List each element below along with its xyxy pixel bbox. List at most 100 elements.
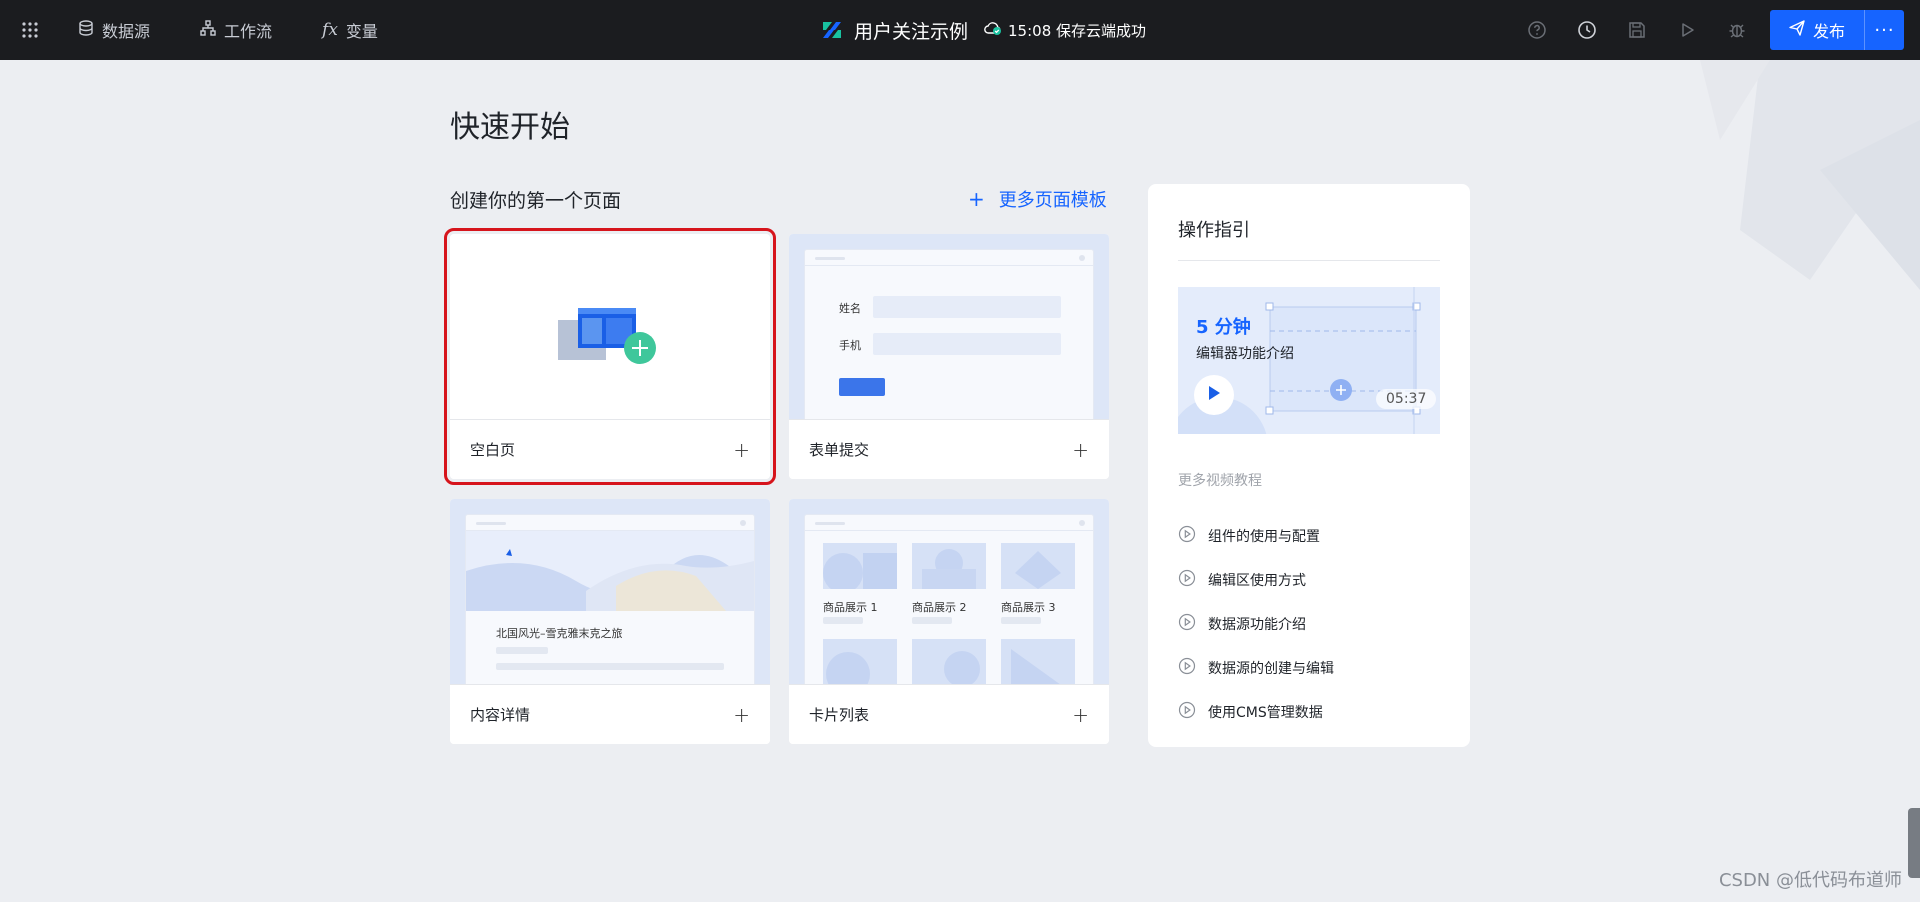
product-image [1001, 639, 1075, 685]
card-label: 卡片列表 [809, 706, 870, 724]
template-card-form[interactable]: 姓名 手机 表单提交 + [789, 234, 1109, 479]
cloud-check-icon [984, 20, 1002, 40]
nav-workflow[interactable]: 工作流 [200, 0, 272, 60]
plus-icon: + [968, 187, 985, 211]
nav-label: 变量 [345, 22, 378, 41]
video-thumbnail[interactable]: 5 分钟 编辑器功能介绍 05:37 [1178, 287, 1440, 434]
debug-icon[interactable] [1712, 0, 1762, 60]
video-subtitle: 编辑器功能介绍 [1196, 346, 1294, 362]
tutorial-label: 编辑区使用方式 [1208, 573, 1306, 589]
guide-panel: 操作指引 5 分钟 编辑器功能介绍 05:37 更多视频教程 组件的使用与配置 [1148, 184, 1470, 747]
card-preview [450, 234, 770, 419]
template-card-blank[interactable]: 空白页 + [444, 228, 776, 485]
preview-icon[interactable] [1662, 0, 1712, 60]
card-label: 空白页 [470, 441, 516, 459]
product-line [823, 617, 863, 624]
blank-page-illustration [558, 308, 656, 364]
play-circle-icon [1178, 701, 1196, 723]
tutorial-list: 组件的使用与配置 编辑区使用方式 数据源功能介绍 数据源的创建与编辑 使用CMS… [1178, 514, 1334, 734]
tutorial-label: 使用CMS管理数据 [1208, 705, 1323, 721]
window-bar [805, 250, 1093, 266]
page-title: 快速开始 [450, 110, 570, 145]
nav-label: 数据源 [102, 22, 151, 41]
card-footer: 内容详情 + [450, 684, 770, 744]
scrollbar-thumb[interactable] [1908, 808, 1920, 878]
section-title: 创建你的第一个页面 [450, 190, 622, 212]
form-submit-button-preview [839, 378, 885, 396]
product-image [823, 543, 897, 589]
product-image [1001, 543, 1075, 589]
save-icon[interactable] [1612, 0, 1662, 60]
publish-button[interactable]: 发布 [1770, 10, 1864, 50]
more-options-button[interactable]: ··· [1864, 10, 1904, 50]
form-input-name [873, 296, 1061, 318]
more-templates-label: 更多页面模板 [998, 190, 1107, 211]
watermark: CSDN @低代码布道师 [1718, 870, 1902, 891]
form-label-phone: 手机 [839, 339, 861, 352]
nav-label: 工作流 [224, 22, 273, 41]
video-duration: 05:37 [1376, 389, 1437, 409]
top-actions: 发布 ··· [1512, 0, 1920, 60]
tutorial-label: 组件的使用与配置 [1208, 529, 1320, 545]
add-icon[interactable]: + [733, 438, 750, 462]
publish-group: 发布 ··· [1770, 10, 1904, 50]
window-bar [466, 515, 754, 531]
tutorial-label: 数据源的创建与编辑 [1208, 661, 1334, 677]
product-line [1001, 617, 1041, 624]
video-title: 5 分钟 [1196, 317, 1251, 338]
apps-grid-icon[interactable] [0, 0, 60, 60]
save-status: 15:08 保存云端成功 [984, 20, 1146, 41]
add-icon[interactable]: + [1072, 703, 1089, 727]
content-preview-window: 北国风光–雪克雅末克之旅 [465, 514, 755, 689]
card-footer: 表单提交 + [789, 419, 1109, 479]
product-line [912, 617, 952, 624]
product-label: 商品展示 2 [912, 601, 967, 614]
guide-divider [1178, 260, 1440, 261]
tutorial-item[interactable]: 数据源的创建与编辑 [1178, 646, 1334, 690]
more-templates-link[interactable]: + 更多页面模板 [968, 186, 1107, 212]
function-icon: fx [322, 20, 338, 40]
content-line [496, 647, 548, 654]
card-preview: 姓名 手机 [789, 234, 1109, 424]
workflow-icon [200, 20, 216, 40]
play-icon [1207, 385, 1221, 405]
app-title[interactable]: 用户关注示例 [854, 17, 968, 44]
card-label: 表单提交 [809, 441, 870, 459]
product-label: 商品展示 1 [823, 601, 878, 614]
cardlist-preview-window: 商品展示 1 商品展示 2 商品展示 3 [804, 514, 1094, 689]
database-icon [78, 20, 94, 40]
window-bar [805, 515, 1093, 531]
card-preview: 商品展示 1 商品展示 2 商品展示 3 [789, 499, 1109, 689]
help-icon[interactable] [1512, 0, 1562, 60]
background-decoration [1660, 60, 1920, 340]
tutorial-item[interactable]: 编辑区使用方式 [1178, 558, 1334, 602]
card-footer: 卡片列表 + [789, 684, 1109, 744]
nav-variables[interactable]: fx 变量 [322, 0, 378, 60]
nav-datasource[interactable]: 数据源 [78, 0, 150, 60]
landscape-image [466, 531, 754, 611]
content-line [496, 663, 724, 670]
content-headline: 北国风光–雪克雅末克之旅 [496, 627, 623, 640]
send-icon [1789, 20, 1805, 40]
form-input-phone [873, 333, 1061, 355]
publish-label: 发布 [1812, 22, 1845, 41]
add-icon[interactable]: + [733, 703, 750, 727]
add-icon[interactable]: + [1072, 438, 1089, 462]
play-circle-icon [1178, 525, 1196, 547]
tutorial-item[interactable]: 数据源功能介绍 [1178, 602, 1334, 646]
card-label: 内容详情 [470, 706, 531, 724]
play-circle-icon [1178, 569, 1196, 591]
product-image [912, 639, 986, 685]
template-card-content[interactable]: 北国风光–雪克雅末克之旅 内容详情 + [450, 499, 770, 744]
tutorial-item[interactable]: 使用CMS管理数据 [1178, 690, 1334, 734]
form-label-name: 姓名 [839, 302, 861, 315]
history-icon[interactable] [1562, 0, 1612, 60]
play-button[interactable] [1194, 375, 1234, 415]
tutorial-item[interactable]: 组件的使用与配置 [1178, 514, 1334, 558]
template-card-cardlist[interactable]: 商品展示 1 商品展示 2 商品展示 3 卡片列表 + [789, 499, 1109, 744]
play-circle-icon [1178, 657, 1196, 679]
card-preview: 北国风光–雪克雅末克之旅 [450, 499, 770, 689]
save-status-text: 15:08 保存云端成功 [1008, 21, 1147, 40]
product-image [912, 543, 986, 589]
more-videos-heading: 更多视频教程 [1178, 473, 1262, 489]
